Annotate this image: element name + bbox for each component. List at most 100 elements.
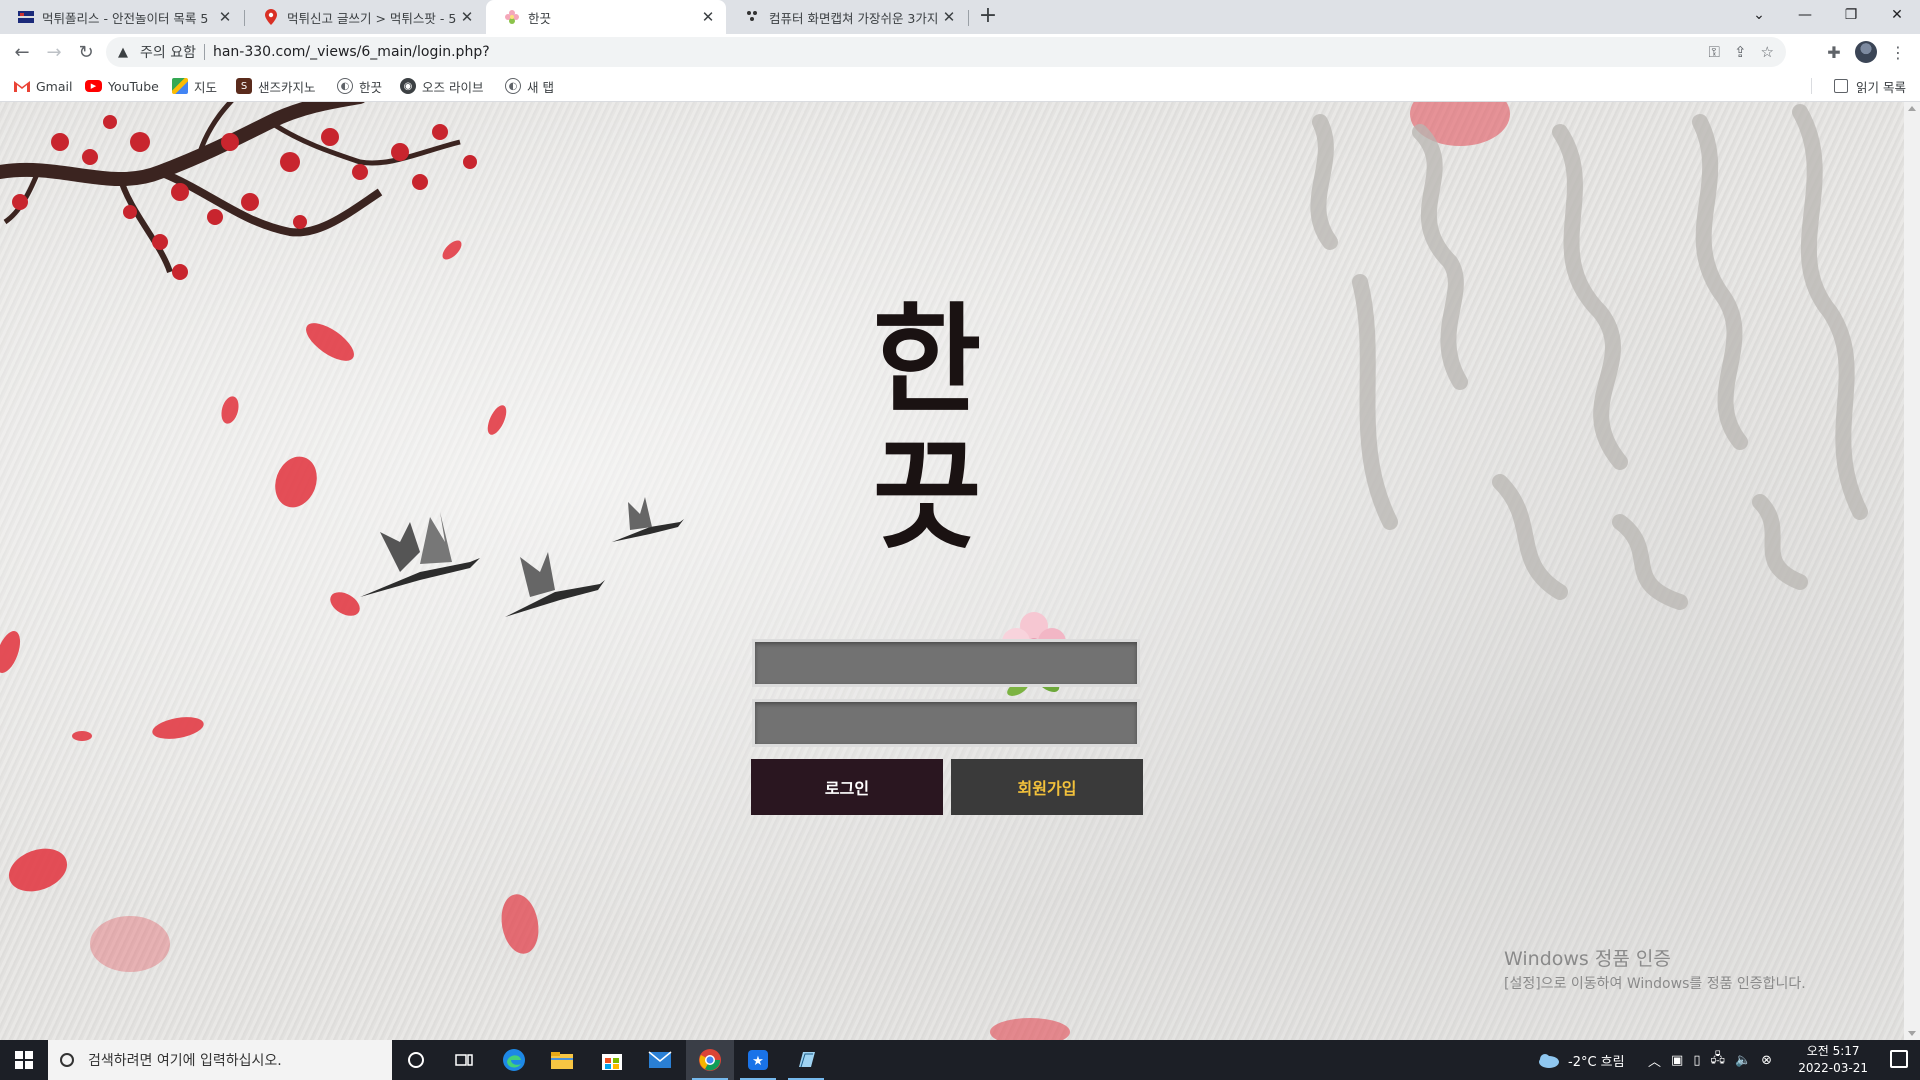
bookmark-sands-casino[interactable]: S 샌즈카지노 [236, 76, 316, 96]
windows-activation-watermark: Windows 정품 인증 [설정]으로 이동하여 Windows를 정품 인증… [1504, 944, 1806, 993]
maps-icon [172, 78, 188, 94]
avatar [1855, 41, 1877, 63]
tab-mtspot[interactable]: 먹튀신고 글쓰기 > 먹튀스팟 - 5 ✕ [245, 0, 485, 34]
globe-icon: ◐ [337, 78, 353, 94]
scroll-down-icon[interactable] [1908, 1031, 1916, 1036]
file-explorer-icon[interactable] [538, 1040, 586, 1080]
profile-button[interactable] [1852, 38, 1880, 66]
login-button[interactable]: 로그인 [751, 759, 943, 815]
gmail-icon [14, 78, 30, 94]
password-input[interactable] [752, 699, 1140, 747]
bookmark-youtube[interactable]: ▶ YouTube [85, 76, 159, 96]
close-tab-icon[interactable]: ✕ [459, 8, 475, 26]
cortana-icon[interactable] [392, 1040, 440, 1080]
bookmark-gmail[interactable]: Gmail [14, 76, 72, 96]
search-placeholder: 검색하려면 여기에 입력하십시오. [88, 1053, 282, 1069]
tab-title: 먹튀폴리스 - 안전놀이터 목록 5 [42, 10, 209, 26]
tray-app-icon[interactable]: ▣ [1671, 1053, 1683, 1068]
tray-status-icon[interactable]: ⊗ [1761, 1053, 1772, 1068]
start-button[interactable] [0, 1040, 48, 1080]
signup-button[interactable]: 회원가입 [951, 759, 1143, 815]
bookmark-label: 한끗 [359, 79, 383, 95]
bookmark-label: 지도 [194, 79, 218, 95]
tab-hankkeut[interactable]: 한끗 ✕ [486, 0, 726, 34]
restore-button[interactable]: ❐ [1828, 0, 1874, 30]
notepad-icon[interactable] [782, 1040, 830, 1080]
page-scrollbar[interactable] [1904, 102, 1920, 1040]
flag-icon [18, 9, 34, 25]
divider [1811, 78, 1812, 94]
divider [203, 44, 205, 60]
security-status[interactable]: 주의 요함 [140, 42, 196, 62]
cloud-icon [1539, 1054, 1559, 1068]
reading-list-icon [1834, 79, 1849, 93]
warning-icon[interactable]: ▲ [118, 45, 134, 60]
tab-mtpolice[interactable]: 먹튀폴리스 - 안전놀이터 목록 5 ✕ [0, 0, 243, 34]
youtube-icon: ▶ [85, 80, 102, 92]
logo-text: 한끗 [872, 290, 982, 565]
map-pin-icon [263, 9, 279, 25]
close-tab-icon[interactable]: ✕ [700, 8, 716, 26]
tab-title: 한끗 [528, 10, 552, 26]
tab-screen-capture[interactable]: 컴퓨터 화면캡쳐 가장쉬운 3가지 ✕ [727, 0, 967, 34]
store-icon[interactable] [588, 1040, 636, 1080]
plum-branch-illustration [0, 102, 477, 280]
windows-taskbar: 검색하려면 여기에 입력하십시오. ★ -2°C 흐림 ︿ ▣ ▯ 🖧 🔈 ⊗ … [0, 1040, 1920, 1080]
chrome-icon[interactable] [686, 1040, 734, 1080]
bookmark-label: YouTube [108, 78, 159, 94]
tab-search-icon[interactable]: ⌄ [1736, 0, 1782, 30]
task-view-icon[interactable] [440, 1040, 488, 1080]
calligraphy-illustration [1310, 104, 1868, 610]
weather-widget[interactable]: -2°C 흐림 [1536, 1040, 1625, 1080]
tray-device-icon[interactable]: ▯ [1693, 1053, 1700, 1068]
reading-list-button[interactable]: 읽기 목록 [1834, 76, 1906, 96]
search-icon [60, 1053, 74, 1067]
flower-icon [504, 9, 520, 25]
activation-subtitle: [설정]으로 이동하여 Windows를 정품 인증합니다. [1504, 976, 1806, 992]
bookmark-hankkeut[interactable]: ◐ 한끗 [337, 76, 382, 96]
share-icon[interactable]: ⇪ [1734, 43, 1747, 61]
bookmark-oz-live[interactable]: ◉ 오즈 라이브 [400, 76, 483, 96]
username-input[interactable] [752, 639, 1140, 687]
forward-button[interactable]: → [40, 38, 68, 66]
mail-icon[interactable] [636, 1040, 684, 1080]
scroll-up-icon[interactable] [1908, 106, 1916, 111]
bookmark-new-tab[interactable]: ◐ 새 탭 [505, 76, 554, 96]
reading-list-label: 읽기 목록 [1856, 79, 1906, 95]
clock-date: 2022-03-21 [1798, 1061, 1868, 1075]
app-star-icon[interactable]: ★ [734, 1040, 782, 1080]
key-icon[interactable]: ⚿ [1709, 43, 1720, 61]
bookmark-maps[interactable]: 지도 [172, 76, 217, 96]
tab-title: 컴퓨터 화면캡쳐 가장쉬운 3가지 [769, 10, 939, 26]
tab-strip: 먹튀폴리스 - 안전놀이터 목록 5 ✕ 먹튀신고 글쓰기 > 먹튀스팟 - 5… [0, 0, 1920, 34]
menu-kebab-icon[interactable]: ⋮ [1884, 38, 1912, 66]
network-icon[interactable]: 🖧 [1710, 1049, 1725, 1071]
extensions-icon[interactable]: ✚ [1820, 38, 1848, 66]
new-tab-button[interactable]: + [976, 5, 1000, 29]
omnibox-actions: ⚿ ⇪ ☆ [1709, 37, 1774, 67]
taskbar-search[interactable]: 검색하려면 여기에 입력하십시오. [48, 1040, 392, 1080]
clock-time: 오전 5:17 [1806, 1044, 1860, 1058]
bookmarks-bar: Gmail ▶ YouTube 지도 S 샌즈카지노 ◐ 한끗 ◉ 오즈 라이브… [0, 70, 1920, 102]
notification-icon[interactable] [1890, 1050, 1908, 1068]
reload-button[interactable]: ↻ [72, 38, 100, 66]
system-tray: ︿ ▣ ▯ 🖧 🔈 ⊗ [1648, 1040, 1772, 1080]
bookmark-label: 샌즈카지노 [258, 79, 316, 95]
close-window-button[interactable]: ✕ [1874, 0, 1920, 30]
address-bar[interactable]: ▲ 주의 요함 han-330.com/_views/6_main/login.… [106, 37, 1786, 67]
bookmark-label: 오즈 라이브 [422, 79, 484, 95]
edge-icon[interactable] [490, 1040, 538, 1080]
clock[interactable]: 오전 5:17 2022-03-21 [1798, 1043, 1868, 1077]
url-text[interactable]: han-330.com/_views/6_main/login.php? [213, 44, 490, 60]
oz-live-icon: ◉ [400, 78, 416, 94]
blog-icon [745, 9, 761, 25]
star-icon[interactable]: ☆ [1761, 43, 1774, 61]
bookmark-label: 새 탭 [527, 79, 554, 95]
chevron-up-icon[interactable]: ︿ [1648, 1051, 1661, 1070]
minimize-button[interactable]: — [1782, 0, 1828, 30]
close-tab-icon[interactable]: ✕ [217, 8, 233, 26]
volume-icon[interactable]: 🔈 [1735, 1053, 1751, 1068]
close-tab-icon[interactable]: ✕ [941, 8, 957, 26]
petals-illustration [0, 102, 1510, 1040]
back-button[interactable]: ← [8, 38, 36, 66]
